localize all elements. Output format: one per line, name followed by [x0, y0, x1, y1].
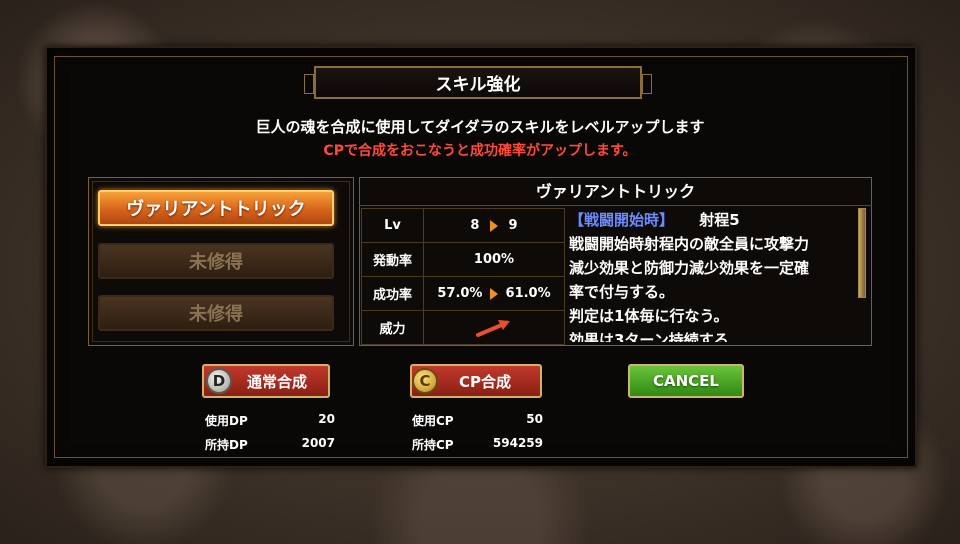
success-from: 57.0% — [437, 286, 483, 301]
desc-line: 戦闘開始時射程内の敵全員に攻撃力 — [569, 235, 810, 253]
stat-value-success: 57.0% 61.0% — [423, 276, 565, 311]
arrow-up-right-icon — [476, 319, 510, 337]
skill-detail-title: ヴァリアントトリック — [359, 178, 872, 206]
stat-value-lv: 8 9 — [423, 208, 565, 243]
stat-label-success: 成功率 — [361, 276, 424, 311]
stat-value-power — [423, 310, 565, 345]
cp-coin-icon: C — [412, 368, 438, 394]
cp-hint-text: CPで合成をおこなうと成功確率がアップします。 — [323, 143, 637, 159]
use-dp-value: 20 — [318, 412, 335, 426]
skill-stats-table: Lv 8 9 発動率 100% 成功率 57.0% 61.0% 威力 — [361, 208, 565, 345]
desc-trigger-tag: 【戦闘開始時】 — [569, 211, 675, 229]
arrow-right-icon — [490, 219, 498, 232]
desc-line: 率で付与する。 — [569, 283, 675, 301]
desc-range: 射程5 — [699, 211, 740, 229]
success-to: 61.0% — [505, 286, 551, 301]
skill-item-locked-2[interactable]: 未修得 — [98, 295, 334, 331]
description-scrollbar[interactable] — [858, 208, 866, 298]
stat-value-activation: 100% — [423, 242, 565, 277]
cancel-button[interactable]: CANCEL — [628, 364, 744, 398]
stat-label-activation: 発動率 — [361, 242, 424, 277]
skill-item-variant-trick[interactable]: ヴァリアントトリック — [98, 190, 334, 226]
stats-row-power: 威力 — [361, 310, 565, 345]
info-text: 巨人の魂を合成に使用してダイダラのスキルをレベルアップします — [255, 118, 705, 136]
dp-coin-icon: D — [206, 368, 232, 394]
desc-line: 判定は1体毎に行なう。 — [569, 307, 729, 325]
skill-item-locked-1[interactable]: 未修得 — [98, 243, 334, 279]
skill-item-label: 未修得 — [189, 252, 243, 273]
use-cp-value: 50 — [526, 412, 543, 426]
stats-row-activation: 発動率 100% — [361, 242, 565, 277]
normal-synthesis-label: 通常合成 — [246, 372, 307, 391]
have-dp-label: 所持DP — [205, 438, 248, 452]
dp-coin-letter: D — [212, 372, 226, 390]
stat-label-lv: Lv — [361, 208, 424, 243]
cp-synthesis-label: CP合成 — [458, 372, 511, 391]
skill-item-label: 未修得 — [189, 304, 243, 325]
have-cp-value: 594259 — [492, 436, 543, 450]
desc-line: 減少効果と防御力減少効果を一定確 — [569, 259, 810, 277]
have-cp-label: 所持CP — [412, 438, 454, 452]
have-dp-value: 2007 — [301, 436, 335, 450]
stats-row-level: Lv 8 9 — [361, 208, 565, 243]
cp-coin-letter: C — [419, 372, 431, 390]
stats-row-success: 成功率 57.0% 61.0% — [361, 276, 565, 311]
lv-from: 8 — [470, 218, 480, 233]
skill-item-label: ヴァリアントトリック — [126, 199, 306, 220]
arrow-right-icon — [490, 287, 498, 300]
use-cp-label: 使用CP — [412, 414, 454, 428]
cancel-label: CANCEL — [653, 372, 719, 390]
stat-label-power: 威力 — [361, 310, 424, 345]
desc-header-line: 【戦闘開始時】 射程5 — [569, 208, 853, 232]
dialog-title-text: スキル強化 — [435, 75, 521, 95]
lv-to: 9 — [508, 218, 518, 233]
dialog-title: スキル強化 — [304, 66, 652, 99]
use-dp-label: 使用DP — [205, 414, 248, 428]
desc-line: 効果は3ターン持続する — [569, 331, 729, 342]
skill-description: 【戦闘開始時】 射程5 戦闘開始時射程内の敵全員に攻撃力 減少効果と防御力減少効… — [569, 208, 853, 342]
